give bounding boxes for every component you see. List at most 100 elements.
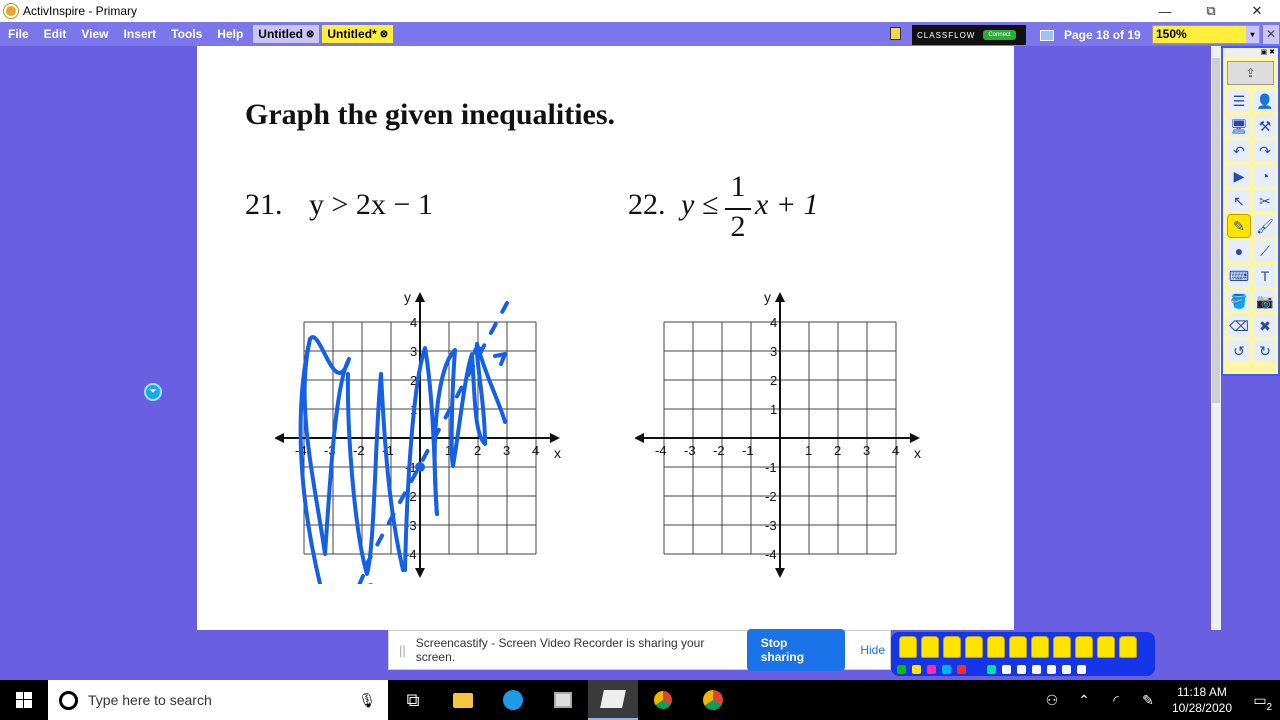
start-button[interactable] bbox=[0, 680, 48, 720]
menu-view[interactable]: View bbox=[73, 22, 115, 46]
pen-tool-icon[interactable] bbox=[899, 636, 917, 658]
record-icon[interactable] bbox=[890, 27, 901, 40]
page-number: Page 18 of 19 bbox=[1064, 28, 1141, 42]
pen-tool-icon[interactable] bbox=[921, 636, 939, 658]
color-swatch[interactable] bbox=[1002, 665, 1011, 674]
stop-sharing-button[interactable]: Stop sharing bbox=[746, 629, 846, 671]
eraser-icon[interactable]: ⌫ bbox=[1228, 315, 1250, 337]
y-axis-label: y bbox=[404, 289, 411, 305]
pen-tool-icon[interactable] bbox=[1009, 636, 1027, 658]
redo-icon[interactable]: ↻ bbox=[1254, 340, 1276, 362]
pen-workspace-icon[interactable]: ✎ bbox=[1132, 692, 1164, 709]
color-swatch[interactable] bbox=[1077, 665, 1086, 674]
task-view-icon[interactable]: ⧉ bbox=[388, 680, 438, 720]
fill-icon[interactable]: 🪣 bbox=[1228, 290, 1250, 312]
select-icon[interactable]: ↖ bbox=[1228, 190, 1250, 212]
chevron-down-icon[interactable]: ▾ bbox=[1246, 26, 1259, 43]
color-swatch[interactable] bbox=[972, 665, 981, 674]
clock[interactable]: 11:18 AM 10/28/2020 bbox=[1164, 684, 1240, 716]
file-explorer-icon[interactable] bbox=[438, 680, 488, 720]
tab-close-icon[interactable]: ⊗ bbox=[306, 29, 314, 40]
pen-tool-icon[interactable] bbox=[1119, 636, 1137, 658]
search-icon bbox=[59, 690, 78, 710]
screen-icon[interactable]: 🖥 bbox=[1228, 115, 1250, 137]
scrollbar-thumb[interactable] bbox=[1212, 58, 1220, 403]
camera-icon[interactable]: 📷 bbox=[1254, 290, 1276, 312]
color-swatch[interactable] bbox=[897, 665, 906, 674]
connector-icon[interactable]: ⟋ bbox=[1254, 240, 1276, 262]
color-swatch[interactable] bbox=[927, 665, 936, 674]
tab-untitled-active[interactable]: Untitled* ⊗ bbox=[322, 25, 394, 43]
undo-page-icon[interactable]: ↶ bbox=[1228, 140, 1250, 162]
taskbar-search[interactable]: Type here to search 🎙 bbox=[48, 680, 388, 720]
tab-untitled[interactable]: Untitled ⊗ bbox=[253, 25, 320, 43]
store-icon[interactable] bbox=[538, 680, 588, 720]
classflow-bar[interactable]: CLASSFLOW Connect bbox=[912, 25, 1026, 45]
zoom-select[interactable]: 150% ▾ bbox=[1152, 25, 1260, 44]
delete-icon[interactable]: ✖ bbox=[1254, 315, 1276, 337]
chrome-profile-icon[interactable] bbox=[688, 680, 738, 720]
activinspire-taskbar-icon[interactable] bbox=[588, 680, 638, 720]
vertical-scrollbar[interactable] bbox=[1211, 46, 1221, 630]
pen-tool-icon[interactable] bbox=[987, 636, 1005, 658]
wifi-icon[interactable]: ◜ bbox=[1100, 692, 1132, 709]
restore-button[interactable]: ⧉ bbox=[1188, 0, 1234, 22]
x-tick-label: -2 bbox=[713, 443, 725, 458]
pen-tool-icon[interactable] bbox=[1097, 636, 1115, 658]
edge-icon[interactable] bbox=[488, 680, 538, 720]
minimize-button[interactable]: — bbox=[1142, 0, 1188, 22]
toolbox-flip-icon[interactable]: ⇪ bbox=[1227, 61, 1274, 85]
menu-edit[interactable]: Edit bbox=[36, 22, 74, 46]
drag-handle-icon[interactable]: || bbox=[399, 643, 406, 658]
close-flipchart-button[interactable]: ✕ bbox=[1263, 25, 1279, 44]
color-swatch[interactable] bbox=[1062, 665, 1071, 674]
y-tick-label: 1 bbox=[770, 402, 777, 417]
y-tick-label: 4 bbox=[410, 315, 417, 330]
chevron-up-icon[interactable]: ⌃ bbox=[1068, 692, 1100, 709]
brush-icon[interactable]: 🖌 bbox=[1254, 215, 1276, 237]
notebook-icon[interactable]: 👤 bbox=[1254, 90, 1276, 112]
page-browser-icon[interactable]: ☰ bbox=[1228, 90, 1250, 112]
classflow-connect-button[interactable]: Connect bbox=[983, 30, 1016, 40]
menu-insert[interactable]: Insert bbox=[115, 22, 163, 46]
color-swatch[interactable] bbox=[942, 665, 951, 674]
color-swatch[interactable] bbox=[987, 665, 996, 674]
pen-icon[interactable]: ✎ bbox=[1227, 214, 1251, 238]
microphone-icon[interactable]: 🎙 bbox=[358, 692, 376, 709]
color-swatch[interactable] bbox=[912, 665, 921, 674]
pen-tool-icon[interactable] bbox=[1075, 636, 1093, 658]
color-swatch[interactable] bbox=[1047, 665, 1056, 674]
browser-toggle-icon[interactable]: ⏷ bbox=[144, 383, 162, 401]
undo-icon[interactable]: ↺ bbox=[1228, 340, 1250, 362]
people-icon[interactable]: ⚇ bbox=[1036, 692, 1068, 709]
graph-problem-21[interactable]: xy-4 -3 -2 -1 1 2 3 44321-1-2-3-4 bbox=[275, 284, 565, 584]
notification-icon[interactable]: ▭ 2 bbox=[1240, 692, 1280, 713]
tab-close-icon[interactable]: ⊗ bbox=[380, 29, 388, 40]
graph-problem-22[interactable]: x y -4 -3 -2 -1 1 2 3 4 4 3 2 1 -1 -2 -3 -4 bbox=[635, 284, 925, 584]
menu-help[interactable]: Help bbox=[209, 22, 250, 46]
hide-button[interactable]: Hide bbox=[855, 638, 890, 662]
color-swatch[interactable] bbox=[1032, 665, 1041, 674]
pen-tool-icon[interactable] bbox=[1053, 636, 1071, 658]
pen-tool-icon[interactable] bbox=[943, 636, 961, 658]
color-swatch[interactable] bbox=[1017, 665, 1026, 674]
text-box-icon[interactable]: ⌨ bbox=[1228, 265, 1250, 287]
text-icon[interactable]: T bbox=[1254, 265, 1276, 287]
flipchart-page[interactable]: Graph the given inequalities. 21. y > 2x… bbox=[197, 46, 1014, 630]
toolbox-header[interactable]: ▣ ✖ bbox=[1223, 48, 1278, 58]
x-tick-label: 3 bbox=[863, 443, 870, 458]
menu-tools[interactable]: Tools bbox=[163, 22, 209, 46]
color-swatch[interactable] bbox=[957, 665, 966, 674]
menu-file[interactable]: File bbox=[0, 22, 36, 46]
redo-page-icon[interactable]: ↷ bbox=[1254, 140, 1276, 162]
shading-stroke bbox=[379, 372, 405, 572]
chrome-icon[interactable] bbox=[638, 680, 688, 720]
settings-icon[interactable]: ⚒ bbox=[1254, 115, 1276, 137]
play-icon[interactable]: ▶ bbox=[1228, 165, 1250, 187]
clock-icon[interactable]: ◔ bbox=[1254, 165, 1276, 187]
shape-icon[interactable]: ● bbox=[1228, 240, 1250, 262]
tools-icon[interactable]: ✂ bbox=[1254, 190, 1276, 212]
close-window-button[interactable]: ✕ bbox=[1234, 0, 1280, 22]
pen-tool-icon[interactable] bbox=[1031, 636, 1049, 658]
pen-tool-icon[interactable] bbox=[965, 636, 983, 658]
